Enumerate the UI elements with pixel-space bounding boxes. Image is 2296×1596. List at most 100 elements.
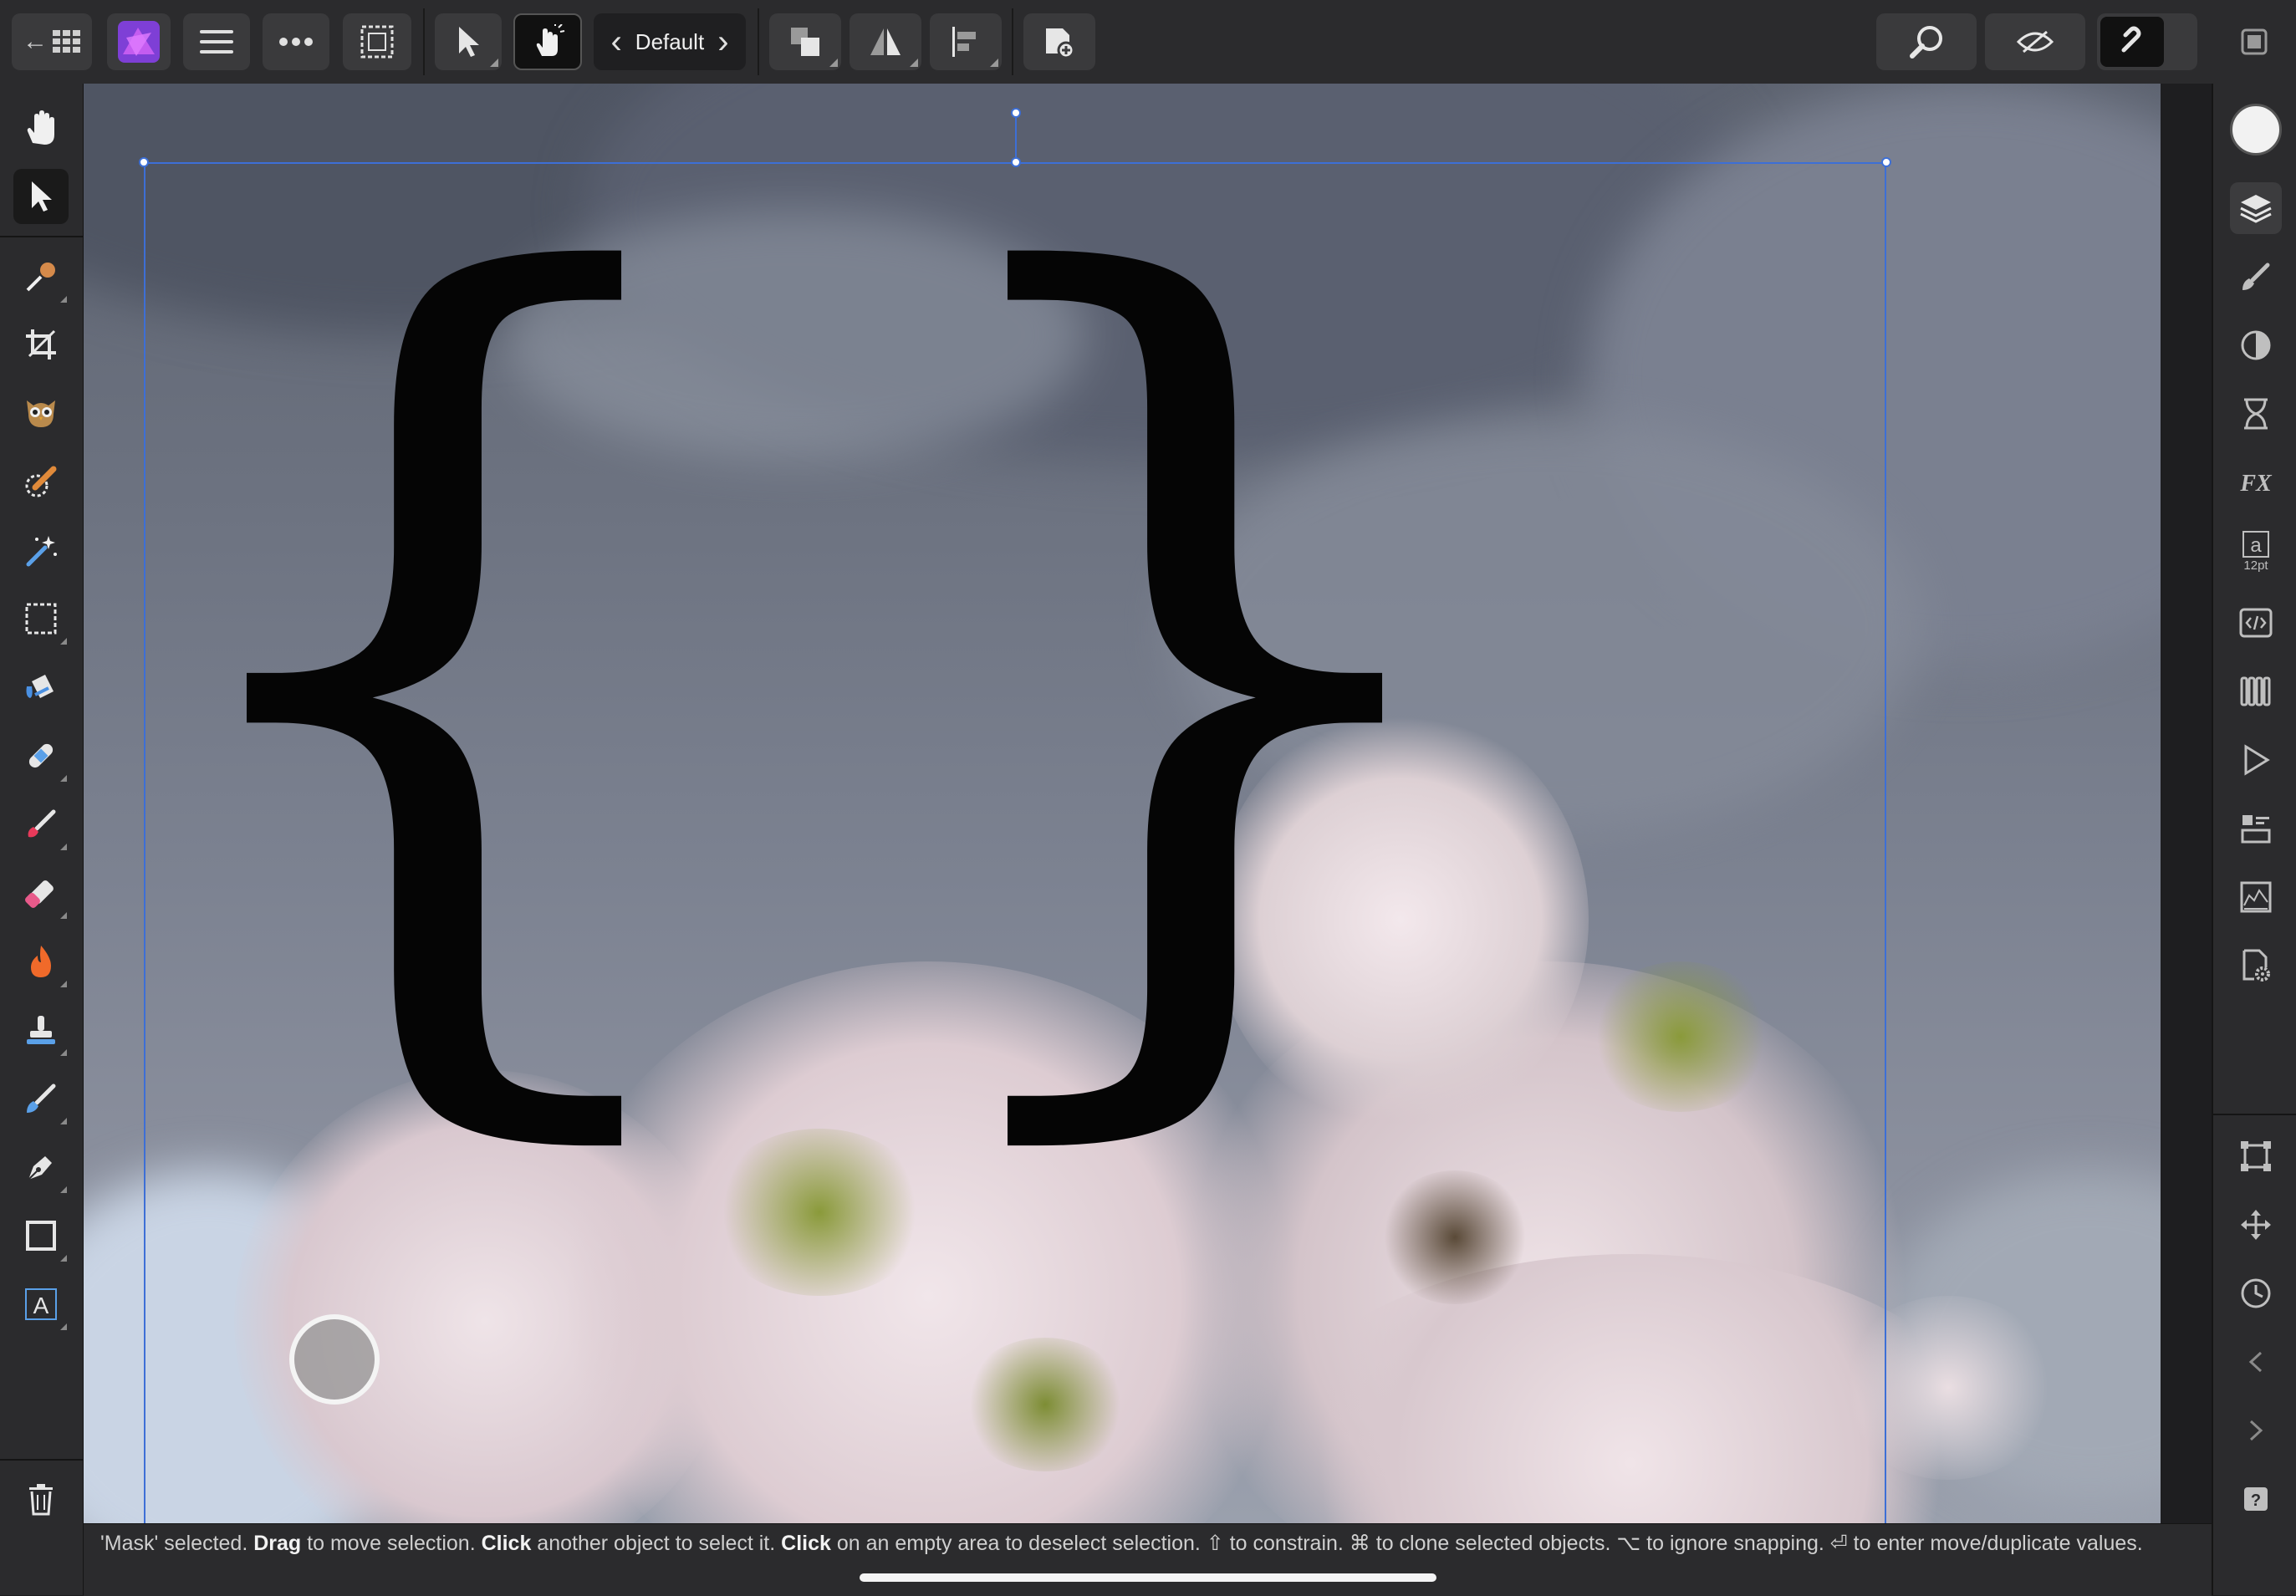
layers-panel-button[interactable] — [2230, 182, 2282, 234]
flyout-indicator — [490, 59, 498, 67]
flyout-indicator — [60, 1323, 67, 1330]
flyout-indicator — [60, 1255, 67, 1262]
status-text-part: another object to select it. — [531, 1532, 782, 1555]
snapping-button[interactable] — [2097, 13, 2197, 70]
character-panel-button[interactable]: a 12pt — [2230, 525, 2282, 577]
align-left-icon — [952, 27, 976, 57]
rotation-handle-line — [1015, 113, 1017, 163]
persona-prev-chevron[interactable]: ‹ — [610, 23, 621, 61]
help-button[interactable]: ? — [2230, 1473, 2282, 1525]
add-file-icon — [1046, 28, 1075, 59]
zoom-button[interactable] — [1876, 13, 1977, 70]
status-keyword: Click — [781, 1532, 831, 1555]
top-left-handle[interactable] — [139, 157, 149, 167]
hand-tool[interactable] — [13, 100, 69, 156]
magic-wand-tool[interactable] — [13, 523, 69, 578]
affinity-photo-logo-button[interactable] — [107, 13, 171, 70]
flip-icon — [870, 28, 901, 55]
effects-panel-button[interactable]: FX — [2230, 456, 2282, 508]
selection-bounding-box[interactable] — [144, 162, 1886, 1523]
text-styles-panel-button[interactable] — [2230, 597, 2282, 649]
touch-modifier-control[interactable] — [289, 1314, 380, 1405]
crop-icon — [26, 329, 56, 359]
marquee-tool[interactable] — [13, 591, 69, 646]
selection-brush-tool[interactable] — [13, 454, 69, 509]
burn-tool[interactable] — [13, 934, 69, 989]
move-arrows-icon — [2241, 1210, 2271, 1240]
document-canvas[interactable]: { } — [84, 84, 2161, 1523]
svg-text:FX: FX — [2239, 471, 2273, 497]
rotation-handle[interactable] — [1011, 108, 1021, 118]
home-indicator[interactable] — [860, 1573, 1436, 1582]
previous-panel-button[interactable] — [2230, 1336, 2282, 1388]
studio-divider — [2213, 1114, 2296, 1115]
persona-next-chevron[interactable]: › — [717, 23, 728, 61]
transform-panel-button[interactable] — [2230, 1130, 2282, 1182]
affinity-photo-logo-icon — [118, 21, 160, 63]
swatches-panel-button[interactable] — [2230, 665, 2282, 717]
liquify-owl-icon — [27, 400, 55, 427]
flip-button[interactable] — [850, 13, 921, 70]
color-picker-tool[interactable] — [13, 249, 69, 304]
delete-button[interactable] — [13, 1471, 69, 1527]
pointer-icon — [459, 27, 479, 57]
pen-nib-icon — [28, 1156, 52, 1180]
rectangle-icon — [26, 1221, 56, 1251]
paint-brush-tool[interactable] — [13, 797, 69, 852]
window-icon — [2241, 28, 2268, 55]
history-panel-button[interactable] — [2230, 388, 2282, 440]
more-button[interactable] — [263, 13, 329, 70]
snapshots-panel-button[interactable] — [2230, 1267, 2282, 1319]
magnet-icon — [2121, 26, 2141, 53]
liquify-tool[interactable] — [13, 385, 69, 441]
gesture-mode-button[interactable] — [513, 13, 582, 70]
adjustments-panel-button[interactable] — [2230, 319, 2282, 371]
toolbar-divider — [423, 8, 425, 75]
eye-hidden-icon — [2016, 30, 2054, 54]
menu-button[interactable] — [183, 13, 250, 70]
inpainting-tool[interactable] — [13, 728, 69, 783]
flyout-indicator — [60, 638, 67, 645]
move-tool[interactable] — [13, 169, 69, 224]
pen-tool[interactable] — [13, 1140, 69, 1195]
navigator-panel-button[interactable] — [2230, 734, 2282, 786]
top-right-handle[interactable] — [1881, 157, 1891, 167]
document-settings-button[interactable] — [2230, 940, 2282, 992]
chevron-left-icon — [2248, 1351, 2263, 1373]
artistic-text-tool[interactable]: A — [13, 1277, 69, 1332]
window-toggle-button[interactable] — [2221, 13, 2288, 70]
move-panel-button[interactable] — [2230, 1199, 2282, 1251]
back-grid-button[interactable]: ← — [12, 13, 92, 70]
view-mode-button[interactable] — [1985, 13, 2085, 70]
toolbar-divider — [1012, 8, 1013, 75]
erase-brush-tool[interactable] — [13, 865, 69, 920]
flood-fill-tool[interactable] — [13, 660, 69, 715]
add-document-button[interactable] — [1023, 13, 1095, 70]
magic-wand-icon — [26, 536, 57, 567]
move-tool-mode-button[interactable] — [435, 13, 502, 70]
tools-divider — [0, 1459, 83, 1461]
brushes-panel-button[interactable] — [2230, 251, 2282, 303]
crop-tool[interactable] — [13, 317, 69, 372]
flyout-indicator — [60, 775, 67, 782]
arrange-icon — [791, 28, 819, 56]
color-panel-button[interactable] — [2230, 104, 2282, 156]
smudge-tool[interactable] — [13, 1071, 69, 1126]
selection-mode-button[interactable] — [343, 13, 411, 70]
status-text-part: 'Mask' selected. — [100, 1532, 254, 1555]
arrange-button[interactable] — [769, 13, 841, 70]
chevron-right-icon — [2249, 1420, 2263, 1441]
top-center-handle[interactable] — [1011, 157, 1021, 167]
flyout-indicator — [60, 1049, 67, 1056]
fx-icon: FX — [2239, 471, 2273, 497]
help-icon: ? — [2244, 1487, 2268, 1511]
next-panel-button[interactable] — [2230, 1405, 2282, 1456]
flyout-indicator — [60, 296, 67, 303]
histogram-panel-button[interactable] — [2230, 871, 2282, 923]
swatches-icon — [2240, 676, 2271, 706]
persona-switcher[interactable]: ‹ Default › — [594, 13, 746, 70]
clone-tool[interactable] — [13, 1002, 69, 1058]
align-button[interactable] — [930, 13, 1002, 70]
channels-panel-button[interactable] — [2230, 803, 2282, 854]
rectangle-tool[interactable] — [13, 1208, 69, 1263]
